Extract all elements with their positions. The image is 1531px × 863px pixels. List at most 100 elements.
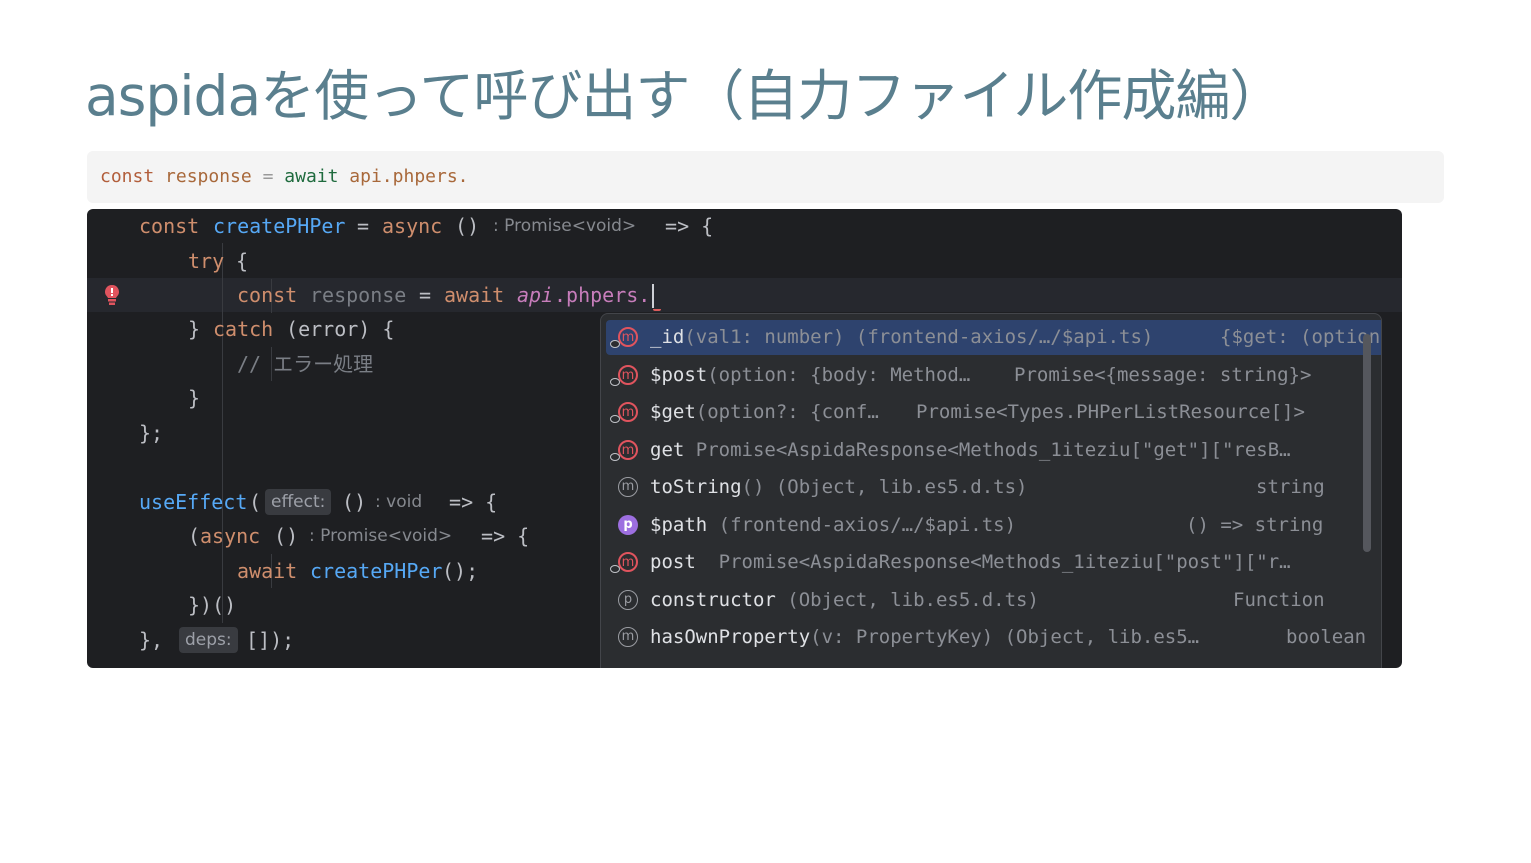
call-parens: (); [442,559,479,583]
completion-type: () => string [1186,514,1324,536]
completion-name: toString() (Object, lib.es5.d.ts) [650,476,1028,498]
completion-item[interactable]: m toString() (Object, lib.es5.d.ts) stri… [606,470,1381,505]
lock-overlay-icon [610,415,620,423]
completion-item[interactable]: p $path (frontend-axios/…/$api.ts) () =>… [606,508,1381,543]
code-line-6: } [87,381,200,415]
brace: })() [188,593,237,617]
popup-scrollbar[interactable] [1363,334,1371,552]
code-line-10: await createPHPer (); [87,554,478,588]
method-icon: m [618,627,638,647]
brace: } [188,317,213,341]
error-underline [653,305,661,311]
property-icon: p [618,590,638,610]
code-snippet: const response = await api.phpers. [87,151,1444,203]
method-icon: m [618,402,638,422]
function-name: createPHPer [213,214,346,238]
completion-name: constructor (Object, lib.es5.d.ts) [650,589,1039,611]
code-line-4: } catch (error) { [87,312,394,346]
completion-name: _id(val1: number) (frontend-axios/…/$api… [650,326,1154,348]
completion-name: hasOwnProperty(v: PropertyKey) (Object, … [650,626,1200,648]
object-api: api [517,283,554,307]
brace: } [188,386,201,410]
function-useeffect: useEffect [139,490,248,514]
operator: = [407,283,444,307]
method-icon: m [618,477,638,497]
completion-item[interactable]: p constructor (Object, lib.es5.d.ts) Fun… [606,583,1381,618]
lock-overlay-icon [610,378,620,386]
code-line-1: const createPHPer = async () : Promise<v… [87,209,713,243]
completion-popup[interactable]: m _id(val1: number) (frontend-axios/…/$a… [600,313,1382,668]
method-icon: m [618,365,638,385]
completion-type: Promise<Types.PHPerListResource[]> [916,401,1305,423]
code-line-12: }, deps: []); [87,623,294,657]
comment: // エラー処理 [237,352,374,376]
completion-item[interactable]: m hasOwnProperty(v: PropertyKey) (Object… [606,620,1381,655]
completion-item[interactable]: m $get(option?: {conf… Promise<Types.PHP… [606,395,1381,430]
lock-overlay-icon [610,453,620,461]
keyword-await: await [444,283,505,307]
completion-type: {$get: (option? [1220,326,1382,348]
method-icon: m [618,440,638,460]
snippet-await: await [284,166,339,187]
lock-overlay-icon [610,565,620,573]
keyword-catch: catch [213,317,274,341]
type-hint: : Promise<void> [493,216,637,236]
keyword-async: async [200,524,261,548]
code-line-9: ( async () : Promise<void> => { [87,519,529,553]
property-chain: .phpers. [554,283,651,307]
keyword-const: const [237,283,298,307]
function-call: createPHPer [310,559,443,583]
code-editor[interactable]: const createPHPer = async () : Promise<v… [87,209,1402,668]
completion-name: $path (frontend-axios/…/$api.ts) [650,514,1017,536]
arrow: => { [437,490,498,514]
completion-name: $post(option: {body: Method… [650,364,971,386]
code-line-3: const response = await api .phpers. [87,278,650,312]
completion-type: Function [1233,589,1325,611]
code-line-7: }; [87,416,163,450]
snippet-operator: = [262,166,274,187]
completion-item[interactable]: m _id(val1: number) (frontend-axios/…/$a… [606,320,1382,355]
type-hint: : void [375,492,423,512]
completion-type: boolean [1286,626,1367,648]
parens: () [443,214,480,238]
arrow: => { [469,524,530,548]
brace: }, [139,628,176,652]
completion-type: string [1256,476,1325,498]
parens: () [262,524,299,548]
variable-response: response [310,283,407,307]
deps-array: []); [234,628,295,652]
param-hint: deps: [179,627,238,653]
code-line-5: // エラー処理 [87,347,373,381]
property-icon: p [618,515,638,535]
keyword-const: const [139,214,200,238]
method-icon: m [618,552,638,572]
brace: { [224,249,249,273]
lock-overlay-icon [610,340,620,348]
completion-item[interactable]: m $post(option: {body: Method… Promise<{… [606,358,1381,393]
completion-item[interactable]: m get Promise<AspidaResponse<Methods_1it… [606,433,1381,468]
keyword-await: await [237,559,298,583]
keyword-try: try [188,249,225,273]
operator: = [345,214,382,238]
type-hint: : Promise<void> [309,526,453,546]
slide-title: aspidaを使って呼び出す（自力ファイル作成編） [85,64,1284,128]
method-icon: m [618,327,638,347]
snippet-keyword: const [100,166,155,187]
keyword-async: async [382,214,443,238]
paren: ( [188,524,201,548]
param-hint: effect: [265,489,332,515]
code-line-2: try { [87,244,248,278]
arrow: => { [653,214,714,238]
parens: () [330,490,367,514]
completion-name: $get(option?: {conf… [650,401,879,423]
catch-params: (error) { [274,317,395,341]
completion-item[interactable]: m post Promise<AspidaResponse<Methods_1i… [606,545,1381,580]
code-line-8: useEffect ( effect: () : void => { [87,485,497,519]
paren: ( [249,490,262,514]
snippet-variable: response [165,166,252,187]
brace: }; [139,421,164,445]
completion-name: get Promise<AspidaResponse<Methods_1itez… [650,439,1291,461]
code-line-11: })() [87,588,236,622]
completion-name: post Promise<AspidaResponse<Methods_1ite… [650,551,1291,573]
snippet-expression: api.phpers. [349,166,469,187]
